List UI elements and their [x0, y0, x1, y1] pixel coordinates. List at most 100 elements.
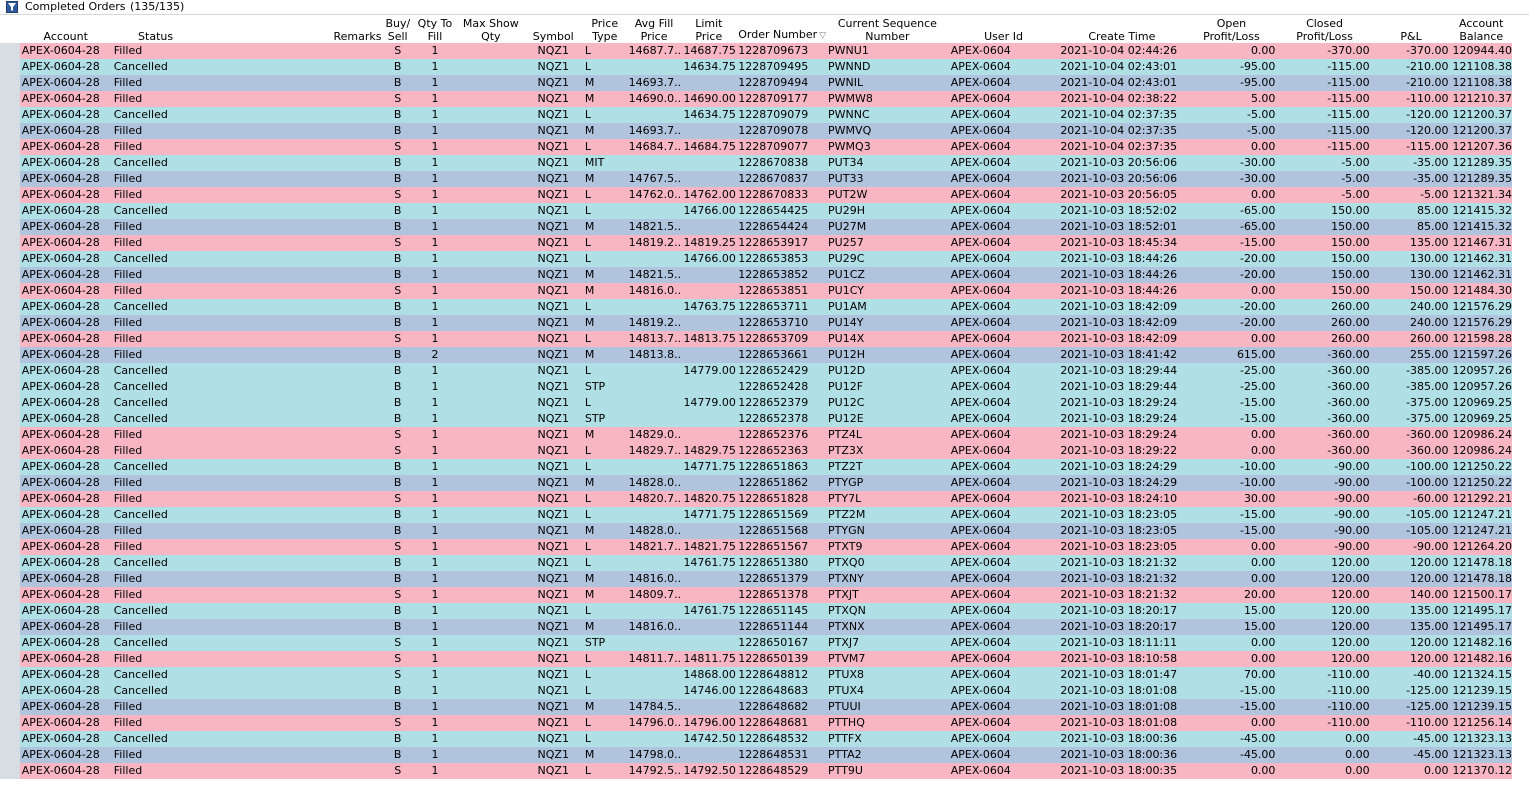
table-row[interactable]: APEX-0604-28 Filled B 1 NQZ1 M 14828.0... 12286…: [0, 523, 1512, 539]
row-gutter[interactable]: [0, 347, 20, 363]
col-header-closed-profit-loss[interactable]: Closed Profit/Loss: [1277, 15, 1372, 43]
row-gutter[interactable]: [0, 539, 20, 555]
row-gutter[interactable]: [0, 171, 20, 187]
table-row[interactable]: APEX-0604-28 Filled B 1 NQZ1 M 14693.7... 12287…: [0, 123, 1512, 139]
table-row[interactable]: APEX-0604-28 Filled S 1 NQZ1 L 14684.7... 14684…: [0, 139, 1512, 155]
table-row[interactable]: APEX-0604-28 Filled B 1 NQZ1 M 14784.5... 12286…: [0, 699, 1512, 715]
row-gutter[interactable]: [0, 507, 20, 523]
row-gutter[interactable]: [0, 699, 20, 715]
table-row[interactable]: APEX-0604-28 Cancelled B 1 NQZ1 L 14771.75 1228…: [0, 507, 1512, 523]
table-row[interactable]: APEX-0604-28 Filled S 1 NQZ1 L 14792.5... 14792…: [0, 763, 1512, 779]
table-row[interactable]: APEX-0604-28 Filled S 1 NQZ1 L 14821.7... 14821…: [0, 539, 1512, 555]
table-row[interactable]: APEX-0604-28 Cancelled B 1 NQZ1 L 14761.75 1228…: [0, 603, 1512, 619]
row-gutter[interactable]: [0, 267, 20, 283]
table-row[interactable]: APEX-0604-28 Filled B 1 NQZ1 M 14767.5... 12286…: [0, 171, 1512, 187]
col-header-max-show-qty[interactable]: Max Show Qty: [457, 15, 524, 43]
table-row[interactable]: APEX-0604-28 Cancelled B 1 NQZ1 L 14746.00 1228…: [0, 683, 1512, 699]
table-row[interactable]: APEX-0604-28 Filled B 1 NQZ1 M 14828.0... 12286…: [0, 475, 1512, 491]
col-header-avg-fill-price[interactable]: Avg Fill Price: [626, 15, 682, 43]
row-gutter[interactable]: [0, 299, 20, 315]
table-row[interactable]: APEX-0604-28 Filled S 1 NQZ1 M 14690.0... 14690…: [0, 91, 1512, 107]
row-gutter[interactable]: [0, 187, 20, 203]
row-gutter[interactable]: [0, 43, 20, 59]
row-gutter[interactable]: [0, 139, 20, 155]
table-row[interactable]: APEX-0604-28 Filled B 1 NQZ1 M 14816.0... 12286…: [0, 619, 1512, 635]
table-row[interactable]: APEX-0604-28 Filled B 1 NQZ1 M 14816.0... 12286…: [0, 571, 1512, 587]
row-gutter[interactable]: [0, 59, 20, 75]
row-gutter[interactable]: [0, 251, 20, 267]
col-header-status[interactable]: Status: [111, 15, 200, 43]
table-row[interactable]: APEX-0604-28 Cancelled B 1 NQZ1 L 14779.00 1228…: [0, 363, 1512, 379]
table-row[interactable]: APEX-0604-28 Filled B 1 NQZ1 M 14819.2... 12286…: [0, 315, 1512, 331]
filter-icon[interactable]: [6, 1, 18, 13]
col-header-price-type[interactable]: Price Type: [582, 15, 627, 43]
table-row[interactable]: APEX-0604-28 Filled S 1 NQZ1 L 14796.0... 14796…: [0, 715, 1512, 731]
col-header-symbol[interactable]: Symbol: [523, 15, 583, 43]
row-gutter[interactable]: [0, 91, 20, 107]
table-row[interactable]: APEX-0604-28 Filled S 1 NQZ1 M 14816.0... 12286…: [0, 283, 1512, 299]
row-gutter[interactable]: [0, 635, 20, 651]
row-gutter[interactable]: [0, 443, 20, 459]
table-row[interactable]: APEX-0604-28 Filled S 1 NQZ1 M 14829.0... 12286…: [0, 427, 1512, 443]
table-row[interactable]: APEX-0604-28 Cancelled B 1 NQZ1 L 14766.00 1228…: [0, 251, 1512, 267]
row-gutter[interactable]: [0, 603, 20, 619]
row-gutter[interactable]: [0, 75, 20, 91]
table-row[interactable]: APEX-0604-28 Filled B 1 NQZ1 M 14693.7... 12287…: [0, 75, 1512, 91]
col-header-create-time[interactable]: Create Time: [1058, 15, 1186, 43]
row-gutter[interactable]: [0, 107, 20, 123]
table-row[interactable]: APEX-0604-28 Filled S 1 NQZ1 L 14687.7... 14687…: [0, 43, 1512, 59]
table-row[interactable]: APEX-0604-28 Filled B 1 NQZ1 M 14821.5... 12286…: [0, 267, 1512, 283]
row-gutter[interactable]: [0, 619, 20, 635]
row-gutter[interactable]: [0, 427, 20, 443]
row-gutter[interactable]: [0, 491, 20, 507]
table-row[interactable]: APEX-0604-28 Cancelled B 1 NQZ1 L 14634.75 1228…: [0, 107, 1512, 123]
row-gutter[interactable]: [0, 523, 20, 539]
table-row[interactable]: APEX-0604-28 Cancelled S 1 NQZ1 L 14868.00 1228…: [0, 667, 1512, 683]
table-row[interactable]: APEX-0604-28 Filled S 1 NQZ1 M 14809.7... 12286…: [0, 587, 1512, 603]
row-gutter[interactable]: [0, 683, 20, 699]
row-gutter[interactable]: [0, 395, 20, 411]
table-row[interactable]: APEX-0604-28 Filled S 1 NQZ1 L 14820.7... 14820…: [0, 491, 1512, 507]
col-header-account[interactable]: Account: [19, 15, 112, 43]
row-gutter[interactable]: [0, 731, 20, 747]
table-row[interactable]: APEX-0604-28 Filled S 1 NQZ1 L 14819.2... 14819…: [0, 235, 1512, 251]
table-row[interactable]: APEX-0604-28 Filled S 1 NQZ1 L 14762.0... 14762…: [0, 187, 1512, 203]
col-header-user-id[interactable]: User Id: [948, 15, 1059, 43]
col-header-limit-price[interactable]: Limit Price: [681, 15, 737, 43]
col-header-qty-to-fill[interactable]: Qty To Fill: [411, 15, 458, 43]
row-gutter[interactable]: [0, 283, 20, 299]
row-gutter[interactable]: [0, 587, 20, 603]
table-row[interactable]: APEX-0604-28 Filled S 1 NQZ1 L 14811.7... 14811…: [0, 651, 1512, 667]
col-header-order-number[interactable]: Order Number ▽: [736, 15, 827, 43]
table-row[interactable]: APEX-0604-28 Cancelled B 1 NQZ1 STP 1228652378…: [0, 411, 1512, 427]
row-gutter[interactable]: [0, 651, 20, 667]
table-row[interactable]: APEX-0604-28 Cancelled S 1 NQZ1 STP 1228650167…: [0, 635, 1512, 651]
table-row[interactable]: APEX-0604-28 Cancelled B 1 NQZ1 L 14766.00 1228…: [0, 203, 1512, 219]
scrollbar-track[interactable]: [1512, 15, 1529, 792]
row-gutter[interactable]: [0, 203, 20, 219]
table-row[interactable]: APEX-0604-28 Cancelled B 1 NQZ1 STP 1228652428…: [0, 379, 1512, 395]
row-gutter[interactable]: [0, 235, 20, 251]
row-gutter[interactable]: [0, 571, 20, 587]
row-gutter[interactable]: [0, 715, 20, 731]
row-gutter[interactable]: [0, 363, 20, 379]
table-row[interactable]: APEX-0604-28 Cancelled B 1 NQZ1 MIT 1228670838…: [0, 155, 1512, 171]
row-gutter[interactable]: [0, 667, 20, 683]
col-header-pnl[interactable]: P&L: [1371, 15, 1451, 43]
table-row[interactable]: APEX-0604-28 Cancelled B 1 NQZ1 L 14634.75 1228…: [0, 59, 1512, 75]
table-row[interactable]: APEX-0604-28 Cancelled B 1 NQZ1 L 14763.75 1228…: [0, 299, 1512, 315]
table-row[interactable]: APEX-0604-28 Cancelled B 1 NQZ1 L 14761.75 1228…: [0, 555, 1512, 571]
col-header-remarks[interactable]: Remarks: [199, 15, 384, 43]
table-row[interactable]: APEX-0604-28 Filled B 1 NQZ1 M 14821.5... 12286…: [0, 219, 1512, 235]
row-gutter[interactable]: [0, 763, 20, 779]
row-gutter[interactable]: [0, 219, 20, 235]
row-gutter[interactable]: [0, 747, 20, 763]
row-gutter[interactable]: [0, 315, 20, 331]
col-header-open-profit-loss[interactable]: Open Profit/Loss: [1185, 15, 1278, 43]
col-header-account-balance[interactable]: Account Balance: [1450, 15, 1512, 43]
table-row[interactable]: APEX-0604-28 Filled S 1 NQZ1 L 14829.7... 14829…: [0, 443, 1512, 459]
row-gutter[interactable]: [0, 475, 20, 491]
row-gutter[interactable]: [0, 155, 20, 171]
col-header-buy-sell[interactable]: Buy/ Sell: [383, 15, 412, 43]
table-row[interactable]: APEX-0604-28 Filled B 1 NQZ1 M 14798.0... 12286…: [0, 747, 1512, 763]
